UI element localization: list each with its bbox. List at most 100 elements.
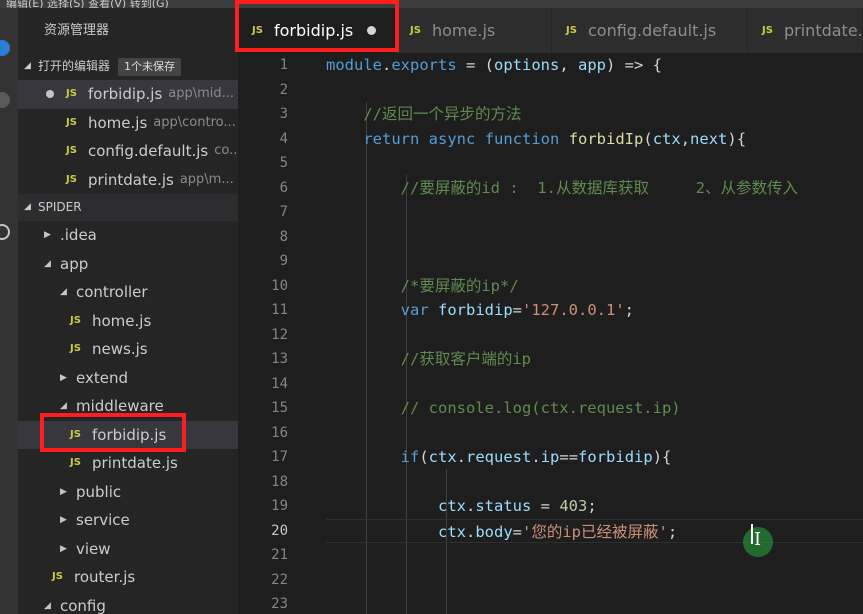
code-line[interactable] — [326, 225, 863, 250]
code-line[interactable] — [326, 249, 863, 274]
js-file-icon: JS — [70, 314, 81, 326]
line-number: 13 — [271, 351, 288, 367]
code-line[interactable] — [326, 372, 863, 397]
code-line[interactable]: ctx.body='您的ip已经被屏蔽'; — [326, 518, 863, 543]
code-line[interactable] — [326, 78, 863, 103]
open-editor-path: app\m... — [179, 171, 234, 187]
open-editor-item[interactable]: JS printdate.js app\m... — [18, 166, 238, 195]
code-line[interactable]: module.exports = (options, app) => { — [326, 53, 863, 78]
tree-item-label: router.js — [74, 568, 136, 586]
chevron-right-icon: ▶ — [60, 372, 67, 383]
line-number: 21 — [271, 547, 288, 563]
line-number: 17 — [271, 449, 288, 465]
line-number: 14 — [271, 375, 288, 392]
line-number: 2 — [279, 81, 288, 98]
tab-printdate[interactable]: JS printdate.js — [748, 8, 863, 53]
text-caret — [751, 524, 753, 544]
code-line[interactable] — [326, 568, 863, 593]
js-file-icon: JS — [66, 88, 77, 99]
js-file-icon: JS — [762, 25, 773, 36]
js-file-icon: JS — [70, 428, 81, 440]
explorer-sidebar: 资源管理器 ◢ 打开的编辑器 1个未保存 JS forbidip.js app\… — [18, 8, 238, 614]
tree-folder-public[interactable]: ▶ public — [18, 478, 238, 507]
code-line[interactable] — [326, 323, 863, 348]
js-file-icon: JS — [66, 145, 77, 156]
tree-file-printdate[interactable]: JS printdate.js — [18, 449, 238, 478]
code-line[interactable]: //返回一个异步的方法 — [326, 102, 863, 127]
debug-activity-icon[interactable] — [0, 224, 10, 240]
tree-file-news[interactable]: JS news.js — [18, 335, 238, 364]
code-line[interactable]: //获取客户端的ip — [326, 347, 863, 372]
tree-item-label: controller — [76, 283, 148, 301]
tree-item-label: view — [76, 539, 111, 558]
menu-bar-text[interactable]: 编辑(E) 选择(S) 查看(V) 转到(G) — [6, 0, 169, 8]
code-line[interactable] — [326, 470, 863, 495]
tab-forbidip[interactable]: JS forbidip.js — [238, 8, 396, 53]
code-line[interactable] — [326, 592, 863, 614]
tab-label: printdate.js — [784, 21, 863, 40]
editor-tab-bar: JS forbidip.js JS home.js JS config.defa… — [238, 8, 863, 53]
code-line[interactable]: // console.log(ctx.request.ip) — [326, 396, 863, 421]
chevron-down-icon: ◢ — [44, 600, 51, 611]
tree-file-router[interactable]: JS router.js — [18, 563, 238, 592]
tree-folder-app[interactable]: ◢ app — [18, 250, 238, 279]
code-line[interactable] — [326, 543, 863, 568]
line-number-gutter: 1 2 3 4 5 6 7 8 9 10 11 12 13 14 15 16 1… — [238, 53, 296, 614]
open-editors-label: 打开的编辑器 — [38, 59, 111, 73]
tree-item-label: middleware — [76, 397, 164, 415]
code-line[interactable]: /*要屏蔽的ip*/ — [326, 274, 863, 299]
code-line[interactable] — [326, 421, 863, 446]
code-line[interactable]: if(ctx.request.ip==forbidip){ — [326, 445, 863, 470]
code-line[interactable]: ctx.status = 403; — [326, 494, 863, 519]
unsaved-dot-icon[interactable] — [367, 26, 377, 35]
tab-label: config.default.js — [588, 21, 717, 40]
code-editor[interactable]: 1 2 3 4 5 6 7 8 9 10 11 12 13 14 15 16 1… — [238, 53, 863, 614]
tree-folder-extend[interactable]: ▶ extend — [18, 364, 238, 393]
tree-item-label: .idea — [60, 226, 97, 244]
code-line[interactable]: return async function forbidIp(ctx,next)… — [326, 127, 863, 152]
tab-config-default[interactable]: JS config.default.js — [552, 8, 748, 53]
tree-folder-middleware[interactable]: ◢ middleware — [18, 392, 238, 421]
tree-folder-service[interactable]: ▶ service — [18, 506, 238, 535]
tab-home[interactable]: JS home.js — [396, 8, 552, 53]
activity-bar — [0, 8, 18, 614]
tree-folder-controller[interactable]: ◢ controller — [18, 278, 238, 307]
menu-bar[interactable]: 编辑(E) 选择(S) 查看(V) 转到(G) — [0, 0, 863, 8]
tree-item-label: app — [60, 254, 89, 273]
line-number: 6 — [279, 179, 288, 196]
ibeam-cursor-icon: I — [754, 529, 762, 550]
open-editor-name: printdate.js — [88, 170, 174, 189]
explorer-activity-icon[interactable] — [0, 40, 10, 56]
open-editor-path: app\mid... — [168, 86, 235, 101]
tree-folder-config[interactable]: ◢ config — [18, 592, 238, 614]
project-header[interactable]: ◢ SPIDER — [18, 194, 238, 221]
code-line[interactable] — [326, 151, 863, 176]
open-editor-item[interactable]: JS home.js app\contro... — [18, 109, 238, 138]
tree-item-label: home.js — [92, 311, 152, 330]
code-line[interactable]: //要屏蔽的id : 1.从数据库获取 2、从参数传入 — [326, 176, 863, 201]
line-number: 12 — [271, 326, 288, 343]
js-file-icon: JS — [70, 343, 81, 354]
tree-item-label: service — [76, 511, 130, 529]
js-file-icon: JS — [410, 25, 421, 36]
tree-file-home[interactable]: JS home.js — [18, 307, 238, 336]
open-editor-name: forbidip.js — [88, 85, 163, 103]
code-line[interactable]: var forbidip='127.0.0.1'; — [326, 298, 863, 323]
project-label: SPIDER — [38, 200, 82, 214]
search-activity-icon[interactable] — [0, 92, 10, 108]
open-editor-item[interactable]: JS config.default.js co... — [18, 137, 238, 166]
line-number: 4 — [279, 130, 288, 147]
tree-folder-idea[interactable]: ▶ .idea — [18, 221, 238, 250]
open-editor-name: config.default.js — [88, 142, 209, 160]
js-file-icon: JS — [66, 173, 77, 185]
js-file-icon: JS — [70, 457, 81, 468]
line-number: 3 — [279, 106, 288, 122]
open-editor-item[interactable]: JS forbidip.js app\mid... — [18, 80, 238, 109]
code-lines[interactable]: module.exports = (options, app) => { //返… — [326, 53, 863, 614]
code-line[interactable] — [326, 200, 863, 225]
modified-dot-icon[interactable] — [46, 90, 54, 99]
tree-file-forbidip[interactable]: JS forbidip.js — [18, 420, 238, 449]
tree-folder-view[interactable]: ▶ view — [18, 535, 238, 564]
js-file-icon: JS — [52, 571, 63, 582]
open-editors-header[interactable]: ◢ 打开的编辑器 1个未保存 — [18, 53, 238, 80]
